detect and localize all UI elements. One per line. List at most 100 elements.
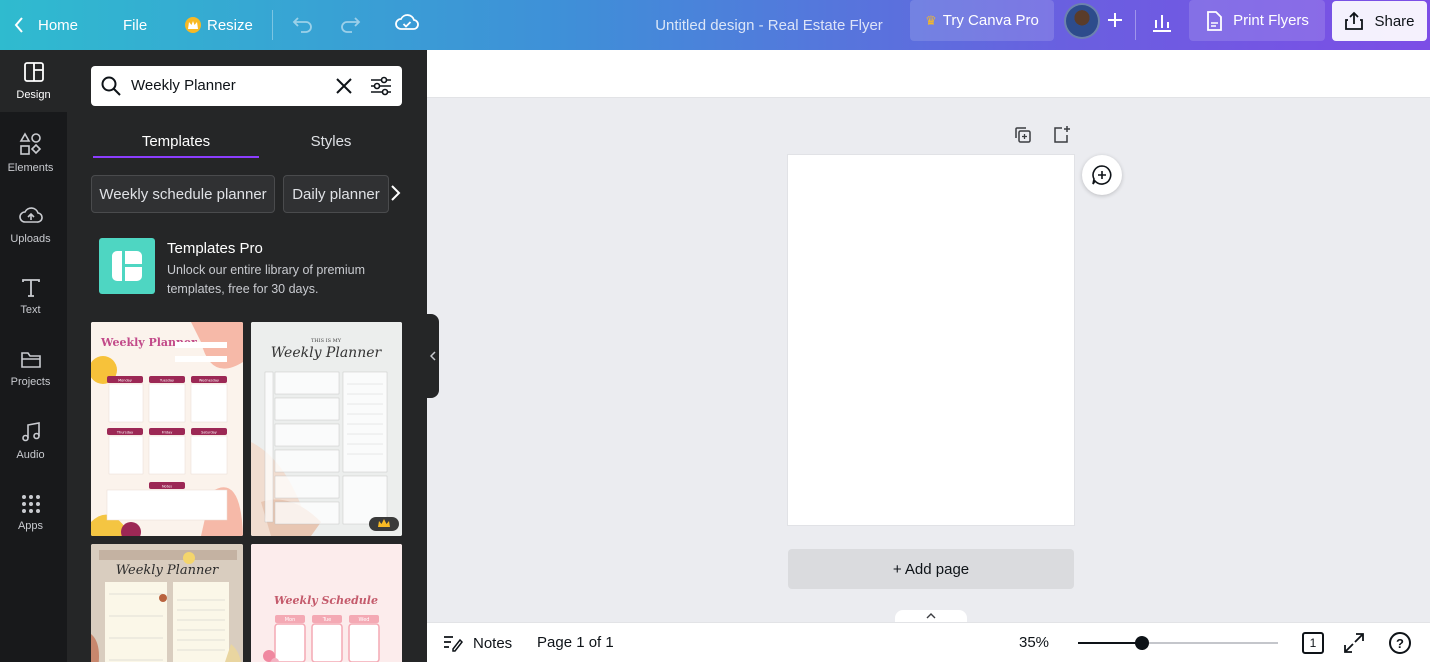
folder-icon [20,352,41,368]
rail-label: Apps [17,520,44,532]
design-title[interactable]: Untitled design - Real Estate Flyer [620,0,918,50]
cloud-check-icon [395,14,419,30]
undo-button[interactable] [290,10,316,41]
rail-item-elements[interactable]: Elements [0,122,61,184]
rail-label: Audio [16,449,45,461]
share-label: Share [1374,12,1415,30]
rail-label: Elements [7,162,54,174]
chevron-left-icon [14,17,23,33]
collapse-panel-button[interactable] [427,314,439,398]
active-tab-indicator [93,156,259,158]
zoom-slider-fill [1078,642,1142,644]
insights-button[interactable] [1150,10,1174,39]
day-label: Wednesday [199,379,219,383]
comment-add-icon [1092,165,1112,185]
search-input[interactable]: Weekly Planner [131,66,236,106]
search-box: Weekly Planner [91,66,402,106]
chevron-right-icon[interactable] [389,184,401,202]
zoom-level[interactable]: 35% [1019,623,1049,662]
rail-label: Text [20,304,41,316]
bar-chart-icon [1153,15,1171,32]
plus-icon [1108,13,1122,27]
add-page-button[interactable]: + Add page [788,549,1074,589]
left-rail: Design Elements Uploads Text Projects Au… [0,50,67,662]
apps-grid-icon [21,495,40,513]
templates-pro-logo[interactable] [99,238,155,294]
music-note-icon [21,422,40,442]
day-label: Monday [118,379,132,383]
design-icon [23,62,44,82]
chevron-left-icon [430,351,436,361]
add-page-icon[interactable] [1051,125,1071,145]
rail-item-projects[interactable]: Projects [0,338,61,400]
search-icon [101,76,121,96]
rail-item-text[interactable]: Text [0,266,61,328]
text-icon [21,279,40,297]
add-collaborator-button[interactable] [1104,9,1126,31]
template-thumbnail[interactable]: Weekly Planner Monday Tuesday Wednesday … [91,322,243,536]
filter-icon[interactable] [370,76,392,96]
share-icon [1345,11,1364,30]
tab-styles[interactable]: Styles [259,126,403,156]
day-label: Tuesday [159,379,174,383]
fullscreen-icon[interactable] [1343,632,1365,654]
rail-label: Projects [10,376,51,388]
editor-toolbar [427,50,1430,98]
day-label: Tue [322,617,332,623]
day-label: Thursday [116,431,133,435]
undo-icon [292,17,312,33]
show-pages-toggle[interactable] [895,610,967,622]
page-tools [1013,125,1071,145]
try-pro-label: Try Canva Pro [942,12,1039,29]
rail-item-audio[interactable]: Audio [0,410,61,472]
add-comment-button[interactable] [1082,155,1122,195]
promo-title[interactable]: Templates Pro [167,240,263,257]
crown-icon [185,17,201,33]
rail-item-uploads[interactable]: Uploads [0,194,61,256]
home-label: Home [38,16,79,34]
notes-button[interactable]: Notes [443,623,512,662]
divider [1135,10,1136,40]
zoom-slider-handle[interactable] [1135,636,1149,650]
help-button[interactable]: ? [1389,632,1411,654]
print-flyers-button[interactable]: Print Flyers [1189,0,1325,41]
template-preview: THIS IS MY Weekly Planner [251,322,402,536]
save-status-button[interactable] [394,10,420,41]
templates-pro-icon [112,251,142,281]
resize-button[interactable]: Resize [185,0,253,50]
suggestion-chip[interactable]: Daily planner [283,175,389,213]
page-count-button[interactable]: 1 [1302,632,1324,654]
share-button[interactable]: Share [1332,1,1427,41]
day-label: Saturday [201,431,217,435]
day-label: Friday [162,431,173,435]
redo-button[interactable] [337,10,363,41]
promo-subtitle: Unlock our entire library of premium tem… [167,263,365,296]
notes-icon [444,636,463,652]
document-icon [1207,10,1222,31]
clear-search-icon[interactable] [334,76,354,96]
template-title: Weekly Planner [116,563,219,578]
avatar[interactable] [1064,3,1100,39]
notes-label: Notes [473,634,513,652]
file-label: File [123,16,148,34]
day-label: Wed [359,617,370,623]
zoom-slider[interactable] [1078,636,1278,650]
rail-label: Uploads [10,233,51,245]
template-title: Weekly Schedule [274,594,378,607]
template-thumbnail[interactable]: THIS IS MY Weekly Planner [251,322,402,536]
print-label: Print Flyers [1233,12,1309,29]
templates-panel: Weekly Planner Templates Styles Weekly s… [67,50,427,662]
rail-item-design[interactable]: Design [0,50,67,112]
try-pro-button[interactable]: ♛ Try Canva Pro [910,0,1054,41]
template-thumbnail[interactable]: Weekly Planner [91,544,243,662]
duplicate-page-icon[interactable] [1013,125,1033,145]
home-button[interactable]: Home [14,0,78,50]
suggestion-chip[interactable]: Weekly schedule planner [91,175,275,213]
tab-templates[interactable]: Templates [93,126,259,156]
design-page[interactable] [788,155,1074,525]
template-title: Weekly Planner [271,345,383,361]
template-thumbnail[interactable]: Weekly Schedule Mon Tue Wed [251,544,402,662]
file-menu-button[interactable]: File [123,0,147,50]
rail-item-apps[interactable]: Apps [0,482,61,544]
page-indicator[interactable]: Page 1 of 1 [537,623,614,662]
